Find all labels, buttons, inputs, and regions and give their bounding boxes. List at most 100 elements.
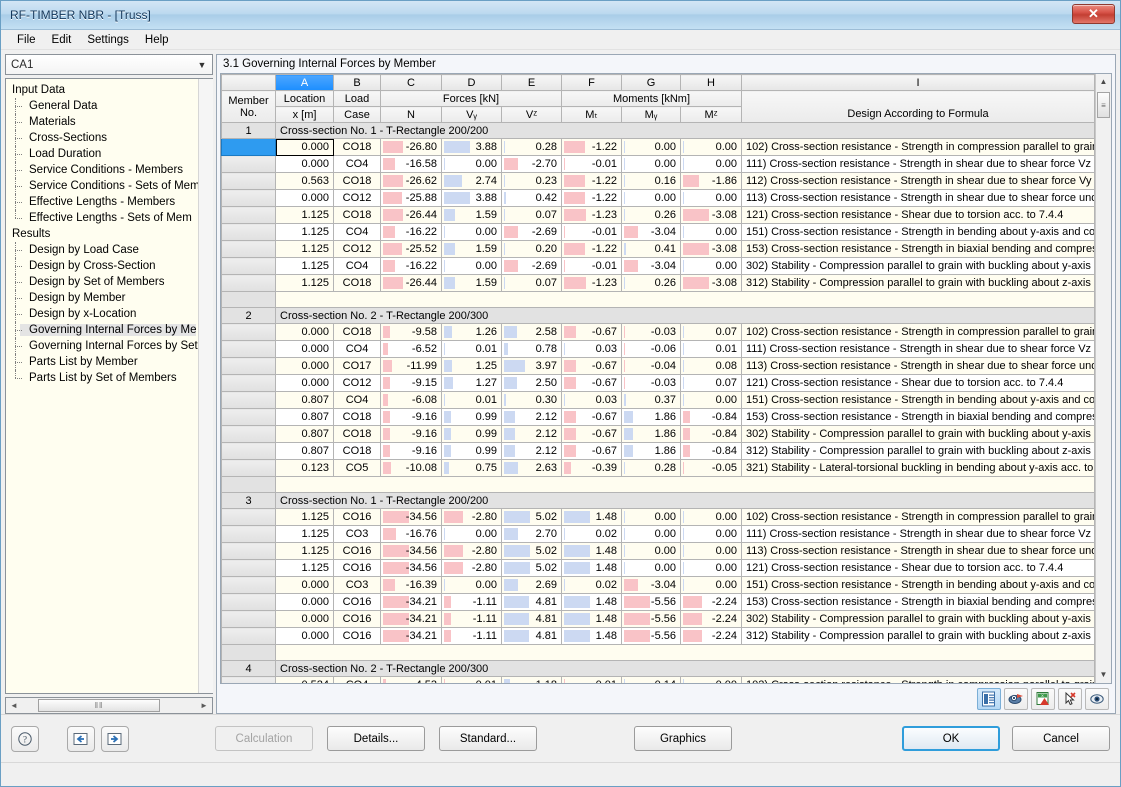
cell-vz[interactable]: 3.97	[501, 357, 562, 375]
cell-vy[interactable]: -1.11	[441, 593, 502, 611]
cell-mt[interactable]: -0.67	[561, 357, 622, 375]
cell-load-case[interactable]: CO16	[333, 610, 381, 628]
cell-vy[interactable]: 0.00	[441, 576, 502, 594]
cell-mz[interactable]: 0.00	[680, 576, 742, 594]
table-row[interactable]: 1.125 CO4 -16.22 0.00 -2.69 -0.01 -3.04 0.00 151…	[221, 223, 1095, 241]
table-row[interactable]: 0.000 CO18 -26.80 3.88 0.28 -1.22 0.00 0.00 102)…	[221, 138, 1095, 156]
help-button[interactable]: ?	[11, 725, 39, 752]
row-selector-cell[interactable]	[221, 559, 276, 577]
cell-design-formula[interactable]: 151) Cross-section resistance - Strength…	[741, 223, 1095, 241]
cell-my[interactable]: 0.37	[621, 391, 681, 409]
cell-location[interactable]: 0.000	[275, 189, 334, 207]
table-row[interactable]: 1.125 CO3 -16.76 0.00 2.70 0.02 0.00 0.00 111) C…	[221, 525, 1095, 543]
cell-n[interactable]: -25.52	[380, 240, 442, 258]
cell-vy[interactable]: 0.00	[441, 223, 502, 241]
cell-mt[interactable]: 1.48	[561, 627, 622, 645]
cell-n[interactable]: -6.08	[380, 391, 442, 409]
cell-load-case[interactable]: CO18	[333, 425, 381, 443]
cell-design-formula[interactable]: 112) Cross-section resistance - Strength…	[741, 172, 1095, 190]
cell-design-formula[interactable]: 113) Cross-section resistance - Strength…	[741, 542, 1095, 560]
row-selector-cell[interactable]	[221, 240, 276, 258]
cell-mt[interactable]: 1.48	[561, 542, 622, 560]
cell-design-formula[interactable]: 302) Stability - Compression parallel to…	[741, 610, 1095, 628]
cell-mz[interactable]: -0.84	[680, 442, 742, 460]
cell-design-formula[interactable]: 121) Cross-section resistance - Shear du…	[741, 206, 1095, 224]
cell-mz[interactable]: -3.08	[680, 240, 742, 258]
cell-my[interactable]: 1.86	[621, 425, 681, 443]
cell-design-formula[interactable]: 151) Cross-section resistance - Strength…	[741, 576, 1095, 594]
row-selector-cell[interactable]	[221, 425, 276, 443]
sidebar-item-parts-list-by-set-of-members[interactable]: Parts List by Set of Members	[6, 370, 198, 386]
cell-load-case[interactable]: CO16	[333, 542, 381, 560]
table-row[interactable]: 0.000 CO18 -9.58 1.26 2.58 -0.67 -0.03 0.07 102)…	[221, 323, 1095, 341]
cell-location[interactable]: 0.000	[275, 610, 334, 628]
cell-vy[interactable]: 0.99	[441, 408, 502, 426]
cell-vy[interactable]: 1.26	[441, 323, 502, 341]
cell-load-case[interactable]: CO5	[333, 459, 381, 477]
cell-mt[interactable]: -1.23	[561, 206, 622, 224]
cell-location[interactable]: 0.807	[275, 391, 334, 409]
cell-location[interactable]: 1.125	[275, 508, 334, 526]
cell-n[interactable]: -26.62	[380, 172, 442, 190]
cell-n[interactable]: -16.22	[380, 257, 442, 275]
cell-n[interactable]: -26.44	[380, 274, 442, 292]
cell-vy[interactable]: 0.75	[441, 459, 502, 477]
cell-design-formula[interactable]: 102) Cross-section resistance - Strength…	[741, 508, 1095, 526]
cell-my[interactable]: 0.00	[621, 559, 681, 577]
row-selector-cell[interactable]	[221, 676, 276, 683]
cell-location[interactable]: 0.807	[275, 408, 334, 426]
row-selector-cell[interactable]	[221, 627, 276, 645]
cell-mz[interactable]: -0.05	[680, 459, 742, 477]
table-row[interactable]: 1.125 CO18 -26.44 1.59 0.07 -1.23 0.26 -3.08 121…	[221, 206, 1095, 224]
cell-vy[interactable]: 0.00	[441, 525, 502, 543]
column-header-b[interactable]: B	[333, 74, 381, 91]
column-header-corner[interactable]	[221, 74, 276, 91]
cell-location[interactable]: 1.125	[275, 525, 334, 543]
cell-location[interactable]: 1.125	[275, 223, 334, 241]
table-row[interactable]: 1.125 CO16 -34.56 -2.80 5.02 1.48 0.00 0.00 121)…	[221, 559, 1095, 577]
sidebar-item-service-conditions-sets-of-mem[interactable]: Service Conditions - Sets of Mem	[6, 178, 198, 194]
menu-item-help[interactable]: Help	[137, 32, 177, 48]
cell-load-case[interactable]: CO12	[333, 240, 381, 258]
row-selector-cell[interactable]	[221, 138, 276, 156]
cell-location[interactable]: 0.000	[275, 138, 334, 156]
menu-item-file[interactable]: File	[9, 32, 44, 48]
cell-vz[interactable]: -2.69	[501, 223, 562, 241]
chevron-down-icon[interactable]: ▼	[194, 60, 210, 70]
sidebar-item-design-by-cross-section[interactable]: Design by Cross-Section	[6, 258, 198, 274]
table-row[interactable]: 1.125 CO12 -25.52 1.59 0.20 -1.22 0.41 -3.08 153…	[221, 240, 1095, 258]
sidebar-item-service-conditions-members[interactable]: Service Conditions - Members	[6, 162, 198, 178]
table-row[interactable]: 0.123 CO5 -10.08 0.75 2.63 -0.39 0.28 -0.05 321)…	[221, 459, 1095, 477]
cell-location[interactable]: 0.524	[275, 676, 334, 683]
cell-n[interactable]: -16.76	[380, 525, 442, 543]
cell-design-formula[interactable]: 153) Cross-section resistance - Strength…	[741, 240, 1095, 258]
row-selector-cell[interactable]	[221, 223, 276, 241]
cell-vz[interactable]: 0.30	[501, 391, 562, 409]
cell-n[interactable]: -34.56	[380, 542, 442, 560]
cell-vy[interactable]: 1.59	[441, 206, 502, 224]
cell-my[interactable]: 0.26	[621, 274, 681, 292]
cell-n[interactable]: -11.99	[380, 357, 442, 375]
cell-my[interactable]: -5.56	[621, 627, 681, 645]
cell-load-case[interactable]: CO16	[333, 559, 381, 577]
cell-mt[interactable]: -0.67	[561, 425, 622, 443]
cell-vy[interactable]: 0.00	[441, 155, 502, 173]
printout-report-icon[interactable]	[977, 687, 1001, 710]
cell-vz[interactable]: 2.63	[501, 459, 562, 477]
cell-mz[interactable]: 0.07	[680, 323, 742, 341]
cell-mz[interactable]: 0.00	[680, 559, 742, 577]
cell-design-formula[interactable]: 113) Cross-section resistance - Strength…	[741, 357, 1095, 375]
cell-my[interactable]: 0.00	[621, 155, 681, 173]
column-header-d[interactable]: D	[441, 74, 502, 91]
cell-vz[interactable]: 2.70	[501, 525, 562, 543]
cell-location[interactable]: 0.000	[275, 593, 334, 611]
cell-mt[interactable]: -0.39	[561, 459, 622, 477]
cell-design-formula[interactable]: 302) Stability - Compression parallel to…	[741, 425, 1095, 443]
table-row[interactable]: 1.125 CO18 -26.44 1.59 0.07 -1.23 0.26 -3.08 312…	[221, 274, 1095, 292]
cell-vy[interactable]: 0.99	[441, 425, 502, 443]
menu-item-edit[interactable]: Edit	[44, 32, 80, 48]
cell-n[interactable]: -9.16	[380, 442, 442, 460]
cell-location[interactable]: 1.125	[275, 206, 334, 224]
row-selector-cell[interactable]	[221, 189, 276, 207]
cell-location[interactable]: 1.125	[275, 257, 334, 275]
